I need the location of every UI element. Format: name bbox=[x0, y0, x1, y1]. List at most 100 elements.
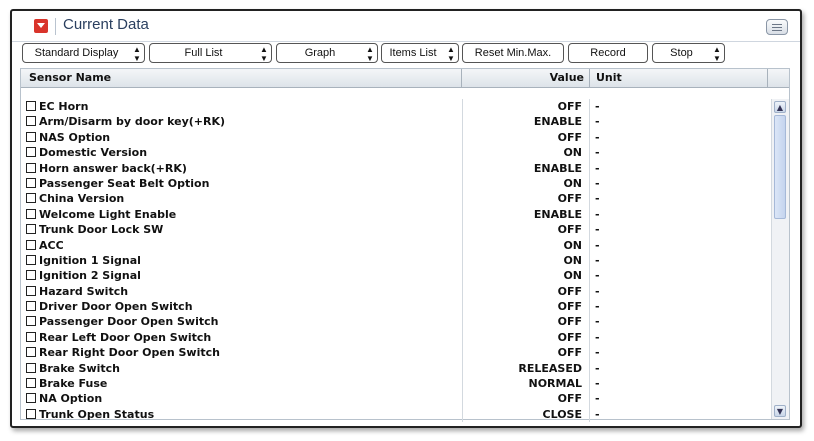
checkbox-icon[interactable] bbox=[26, 116, 36, 127]
table-row[interactable]: Driver Door Open Switch OFF - bbox=[21, 299, 773, 315]
sensor-unit: - bbox=[595, 115, 600, 129]
checkbox-icon[interactable] bbox=[26, 316, 36, 327]
scroll-down-icon[interactable]: ▼ bbox=[774, 405, 786, 417]
sensor-name: Driver Door Open Switch bbox=[39, 300, 193, 314]
checkbox-icon[interactable] bbox=[26, 254, 36, 265]
table-row[interactable]: NA Option OFF - bbox=[21, 391, 773, 407]
sensor-name: China Version bbox=[39, 192, 125, 206]
checkbox-icon[interactable] bbox=[26, 131, 36, 142]
table-row[interactable]: Ignition 1 Signal ON - bbox=[21, 252, 773, 269]
current-data-panel: Current Data Standard Display ▲ ▼ Full Li… bbox=[10, 9, 802, 428]
checkbox-icon[interactable] bbox=[26, 347, 36, 358]
vertical-scrollbar[interactable]: ▲ ▼ bbox=[771, 99, 789, 419]
sensor-value: ON bbox=[462, 237, 590, 253]
checkbox-icon[interactable] bbox=[26, 378, 36, 389]
sensor-unit: - bbox=[595, 269, 600, 283]
sensor-value: ENABLE bbox=[462, 206, 590, 223]
column-header-unit[interactable]: Unit bbox=[590, 69, 768, 87]
scrollbar-thumb[interactable] bbox=[774, 115, 786, 219]
toolbar: Standard Display ▲ ▼ Full List ▲ ▼ Graph ▲… bbox=[20, 43, 800, 63]
sensor-value: RELEASED bbox=[462, 360, 590, 377]
sensor-unit: - bbox=[595, 407, 600, 421]
checkbox-icon[interactable] bbox=[26, 408, 36, 419]
checkbox-icon[interactable] bbox=[26, 208, 36, 219]
sensor-value: ON bbox=[462, 145, 590, 161]
table-row[interactable]: Passenger Door Open Switch OFF - bbox=[21, 314, 773, 330]
column-header-value[interactable]: Value bbox=[462, 69, 590, 87]
sensor-name-cell: Trunk Door Lock SW bbox=[21, 222, 462, 237]
checkbox-icon[interactable] bbox=[26, 224, 36, 235]
checkbox-icon[interactable] bbox=[26, 177, 36, 188]
table-row[interactable]: Passenger Seat Belt Option ON - bbox=[21, 175, 773, 192]
sensor-name: Passenger Seat Belt Option bbox=[39, 176, 210, 190]
table-row[interactable]: Welcome Light Enable ENABLE - bbox=[21, 206, 773, 223]
checkbox-icon[interactable] bbox=[26, 162, 36, 173]
sensor-name: Ignition 1 Signal bbox=[39, 253, 141, 267]
items-list-select[interactable]: Items List ▲ ▼ bbox=[381, 43, 459, 63]
checkbox-icon[interactable] bbox=[26, 193, 36, 204]
table-row[interactable]: Arm/Disarm by door key(+RK) ENABLE - bbox=[21, 114, 773, 130]
sensor-name-cell: Passenger Door Open Switch bbox=[21, 314, 462, 329]
table-row[interactable]: Trunk Open Status CLOSE - bbox=[21, 406, 773, 423]
sensor-unit: - bbox=[595, 284, 600, 298]
checkbox-icon[interactable] bbox=[26, 362, 36, 373]
table-row[interactable]: Rear Left Door Open Switch OFF - bbox=[21, 329, 773, 346]
sensor-value: OFF bbox=[462, 129, 590, 146]
menu-icon[interactable] bbox=[766, 19, 788, 35]
checkbox-icon[interactable] bbox=[26, 101, 36, 111]
sensor-name-cell: Brake Switch bbox=[21, 361, 462, 376]
table-body: EC Horn OFF - Arm/Disarm by door key(+RK) EN… bbox=[21, 99, 773, 423]
title-divider bbox=[55, 18, 56, 35]
sensor-name: Passenger Door Open Switch bbox=[39, 315, 219, 329]
reset-minmax-button[interactable]: Reset Min.Max. bbox=[462, 43, 564, 63]
table-row[interactable]: Domestic Version ON - bbox=[21, 145, 773, 161]
table-row[interactable]: Brake Switch RELEASED - bbox=[21, 360, 773, 377]
table-row[interactable]: ACC ON - bbox=[21, 237, 773, 253]
sensor-name-cell: Brake Fuse bbox=[21, 376, 462, 391]
checkbox-icon[interactable] bbox=[26, 331, 36, 342]
full-list-select[interactable]: Full List ▲ ▼ bbox=[149, 43, 272, 63]
checkbox-icon[interactable] bbox=[26, 393, 36, 404]
collapse-icon[interactable] bbox=[34, 19, 48, 33]
scroll-up-icon[interactable]: ▲ bbox=[774, 101, 786, 113]
panel-title-bar: Current Data bbox=[12, 11, 800, 42]
checkbox-icon[interactable] bbox=[26, 270, 36, 281]
checkbox-icon[interactable] bbox=[26, 147, 36, 158]
sensor-name-cell: Arm/Disarm by door key(+RK) bbox=[21, 114, 462, 129]
sensor-unit: - bbox=[595, 300, 600, 314]
table-row[interactable]: EC Horn OFF - bbox=[21, 99, 773, 115]
table-row[interactable]: Ignition 2 Signal ON - bbox=[21, 268, 773, 284]
checkbox-icon[interactable] bbox=[26, 285, 36, 296]
sensor-unit: - bbox=[595, 130, 600, 144]
table-row[interactable]: Horn answer back(+RK) ENABLE - bbox=[21, 160, 773, 176]
table-row[interactable]: Hazard Switch OFF - bbox=[21, 283, 773, 300]
table-row[interactable]: Brake Fuse NORMAL - bbox=[21, 376, 773, 392]
standard-display-select[interactable]: Standard Display ▲ ▼ bbox=[22, 43, 145, 63]
table-row[interactable]: Trunk Door Lock SW OFF - bbox=[21, 222, 773, 238]
record-button[interactable]: Record bbox=[568, 43, 648, 63]
graph-select[interactable]: Graph ▲ ▼ bbox=[276, 43, 378, 63]
sensor-value: CLOSE bbox=[462, 406, 590, 423]
column-header-sensor-name[interactable]: Sensor Name bbox=[21, 69, 462, 87]
sensor-unit: - bbox=[595, 192, 600, 206]
sensor-name: Arm/Disarm by door key(+RK) bbox=[39, 115, 226, 129]
sensor-name: Rear Right Door Open Switch bbox=[39, 346, 220, 360]
updown-arrows-icon: ▲ ▼ bbox=[713, 45, 721, 63]
sensor-value: OFF bbox=[462, 391, 590, 407]
sensor-unit: - bbox=[595, 392, 600, 406]
sensor-unit: - bbox=[595, 207, 600, 221]
sensor-value: ON bbox=[462, 252, 590, 269]
updown-arrows-icon: ▲ ▼ bbox=[133, 45, 141, 63]
items-list-label: Items List bbox=[389, 47, 437, 59]
updown-arrows-icon: ▲ ▼ bbox=[366, 45, 374, 63]
sensor-name: Horn answer back(+RK) bbox=[39, 161, 187, 175]
sensor-name-cell: EC Horn bbox=[21, 99, 462, 114]
table-row[interactable]: China Version OFF - bbox=[21, 191, 773, 207]
checkbox-icon[interactable] bbox=[26, 239, 36, 250]
table-row[interactable]: NAS Option OFF - bbox=[21, 129, 773, 146]
stop-label: Stop bbox=[670, 47, 693, 59]
stop-select[interactable]: Stop ▲ ▼ bbox=[652, 43, 725, 63]
table-row[interactable]: Rear Right Door Open Switch OFF - bbox=[21, 345, 773, 361]
checkbox-icon[interactable] bbox=[26, 301, 36, 312]
sensor-name: Trunk Open Status bbox=[39, 407, 155, 421]
